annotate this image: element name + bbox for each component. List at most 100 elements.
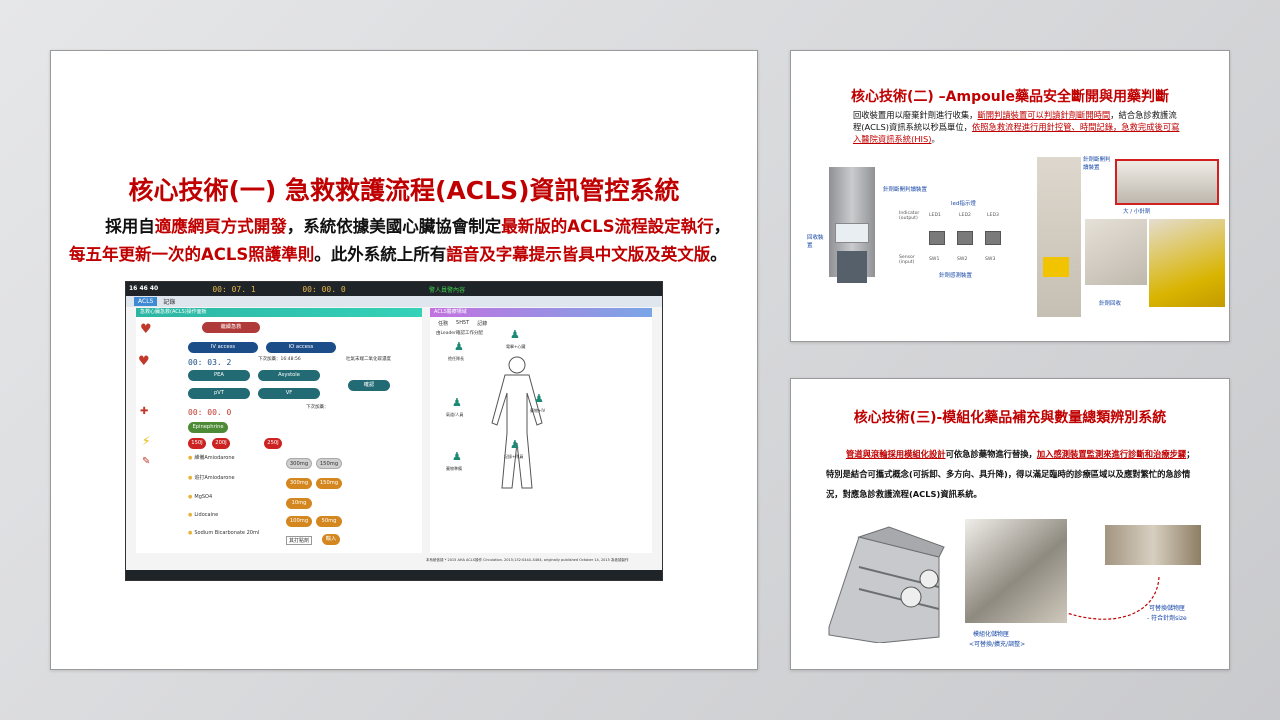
- dose-300a[interactable]: 300mg: [286, 458, 312, 469]
- vf-button[interactable]: VF: [258, 388, 320, 399]
- acls-tabbar: ACLS 記錄: [126, 296, 662, 307]
- next-dose-label: 下次加藥：16:48:56: [258, 357, 301, 362]
- io-button[interactable]: IO access: [266, 342, 336, 353]
- s2-text: 。: [931, 134, 940, 144]
- sensor-caption: 針劑感測裝置: [939, 273, 973, 279]
- s1-text: ，系統依據美國心臟協會制定: [286, 217, 502, 236]
- role-label: 氣道/人員: [446, 412, 464, 417]
- body-outline-icon: [491, 356, 543, 489]
- drug-item[interactable]: MgSO4: [188, 494, 212, 500]
- break-caption-2: 針劑斷開判讀裝置: [1083, 157, 1111, 171]
- other-select[interactable]: 其打點劑: [286, 536, 313, 545]
- confirm-button[interactable]: 確認: [348, 380, 390, 391]
- drug-item[interactable]: 維備Amiodarone: [188, 454, 234, 461]
- tab-log[interactable]: 記錄: [477, 320, 487, 327]
- person-icon: ♟: [454, 340, 464, 353]
- led-title: led指示燈: [951, 201, 976, 207]
- ampoule-photo: [1115, 159, 1219, 205]
- sw-label: SW2: [957, 257, 968, 262]
- module-caption: 模組化儲物匣: [973, 631, 1010, 638]
- s3-highlight: 管道與滾輪採用模組化設計: [846, 449, 946, 459]
- yellow-bin: [1043, 257, 1069, 277]
- s1-text: 。: [710, 245, 727, 264]
- acls-tab-acls[interactable]: ACLS: [134, 297, 158, 306]
- acls-right-panel: ACLS醫療場域 任務 5H5T 記錄 由Leader確認工作分配 ♟ 擔任隊長…: [430, 308, 652, 553]
- cpr-button[interactable]: 繼續急救: [202, 322, 260, 333]
- slide2-body: 回收裝置用以廢棄針劑進行收集，斷開判讀裝置可以判讀針劑斷開時間，結合急診救護流程…: [853, 109, 1183, 145]
- slide-module: 核心技術(三)-模組化藥品補充與數量總類辨別系統 管道與滾輪採用模組化設計可依急…: [790, 378, 1230, 670]
- acls-statusbar: [126, 570, 662, 580]
- s2-highlight: 斷開判讀裝置可以判讀針劑斷開時間: [977, 110, 1111, 120]
- acls-screenshot: 16 46 40 00: 07. 1 00: 00. 0 警人員警內容 ACLS…: [125, 281, 663, 581]
- iv-button[interactable]: IV access: [188, 342, 258, 353]
- drug-item[interactable]: Lidocaine: [188, 512, 218, 518]
- collect-photo-2: [1149, 219, 1225, 307]
- collect-photo: [1085, 219, 1147, 285]
- dose-150a[interactable]: 150mg: [316, 458, 342, 469]
- s1-highlight: 最新版的ACLS流程設定執行: [501, 217, 714, 236]
- 150j-button[interactable]: 150J: [188, 438, 206, 449]
- sw-label: SW3: [985, 257, 996, 262]
- 200j-button[interactable]: 200J: [212, 438, 230, 449]
- slide1-body: 採用自適應網頁方式開發，系統依據美國心臟協會制定最新版的ACLS流程設定執行， …: [69, 213, 739, 269]
- s1-highlight: 每五年更新一次的ACLS照護準則: [69, 245, 315, 264]
- device-tray: [835, 223, 869, 243]
- acls-timer2: 00: 00. 0: [302, 284, 346, 294]
- drug-item[interactable]: Sodium Bicarbonate 20ml: [188, 530, 259, 536]
- module-caption-2: <可替換/擴充/調整>: [969, 641, 1026, 648]
- acls-footer: 本系統依據 * 2015 AHA ACLS操作 Circulation. 201…: [426, 558, 629, 562]
- role-label: 藥物+IV: [530, 408, 546, 413]
- role-label: 記錄+隊員: [504, 454, 524, 459]
- drug-item[interactable]: 追打Amiodarone: [188, 474, 234, 481]
- module-drawing: [828, 526, 945, 643]
- input-button[interactable]: 輸入: [322, 534, 340, 545]
- timer-a: 00: 03. 2: [188, 358, 232, 367]
- break-sensor-caption: 針劑斷開判讀裝置: [883, 187, 928, 193]
- next-label: 下次加藥：: [306, 405, 329, 410]
- medicine-icon: ✎: [142, 456, 151, 467]
- device-photo: [1037, 157, 1081, 317]
- swap-caption: 可替換儲物匣: [1149, 605, 1186, 612]
- acls-tab-record[interactable]: 記錄: [163, 297, 175, 306]
- tab-5h5t[interactable]: 5H5T: [456, 320, 469, 327]
- person-icon: ♟: [510, 328, 520, 341]
- tab-task[interactable]: 任務: [438, 320, 448, 327]
- syringe-icon: ✚: [140, 406, 149, 417]
- person-icon: ♟: [510, 438, 520, 451]
- person-icon: ♟: [534, 392, 544, 405]
- s1-text: 採用自: [105, 217, 155, 236]
- led-indicator: [985, 231, 1001, 245]
- dose-300b[interactable]: 300mg: [286, 478, 312, 489]
- dose-50[interactable]: 50mg: [316, 516, 342, 527]
- asystole-button[interactable]: Asystole: [258, 370, 320, 381]
- role-label: 擔任隊長: [448, 356, 464, 361]
- led-label: LED3: [987, 213, 999, 218]
- sw-label: SW1: [929, 257, 940, 262]
- acls-left-panel: 急救心臟急救(ACLS)操作面板 ♥ 繼續急救 IV access IO acc…: [136, 308, 422, 553]
- acls-topbar: 16 46 40 00: 07. 1 00: 00. 0 警人員警內容: [126, 282, 662, 296]
- s3-text: 可依急診藥物進行替換，: [945, 449, 1037, 459]
- recycle-caption: 回收裝置: [807, 235, 824, 249]
- pvt-button[interactable]: pVT: [188, 388, 250, 399]
- s2-text: 回收裝置用以廢棄針劑進行收集，: [853, 110, 978, 120]
- led-label: LED1: [929, 213, 941, 218]
- indicator-label: Indicator (output): [899, 211, 920, 221]
- slide3-title: 核心技術(三)-模組化藥品補充與數量總類辨別系統: [853, 410, 1167, 426]
- drawer-photo: [1105, 525, 1201, 565]
- 250j-button[interactable]: 250J: [264, 438, 282, 449]
- epinephrine-button[interactable]: Epinephrine: [188, 422, 228, 433]
- s1-highlight: 適應網頁方式開發: [154, 217, 287, 236]
- dose-100[interactable]: 100mg: [286, 516, 312, 527]
- pea-button[interactable]: PEA: [188, 370, 250, 381]
- acls-clock: 16 46 40: [129, 285, 159, 292]
- slide3-body: 管道與滾輪採用模組化設計可依急診藥物進行替換，加入感測裝置監測來進行診斷和治療步…: [826, 444, 1201, 504]
- dose-150b[interactable]: 150mg: [316, 478, 342, 489]
- acls-right-header: ACLS醫療場域: [430, 308, 652, 317]
- dose-10[interactable]: 10mg: [286, 498, 312, 509]
- s1-highlight: 語音及字幕提示皆具中文版及英文版: [446, 245, 711, 264]
- slide1-title: 核心技術(一) 急救救護流程(ACLS)資訊管控系統: [128, 176, 680, 205]
- person-icon: ♟: [452, 396, 462, 409]
- acls-timer1: 00: 07. 1: [212, 284, 256, 294]
- person-icon: ♟: [452, 450, 462, 463]
- heart-monitor-icon: ♥: [138, 354, 150, 369]
